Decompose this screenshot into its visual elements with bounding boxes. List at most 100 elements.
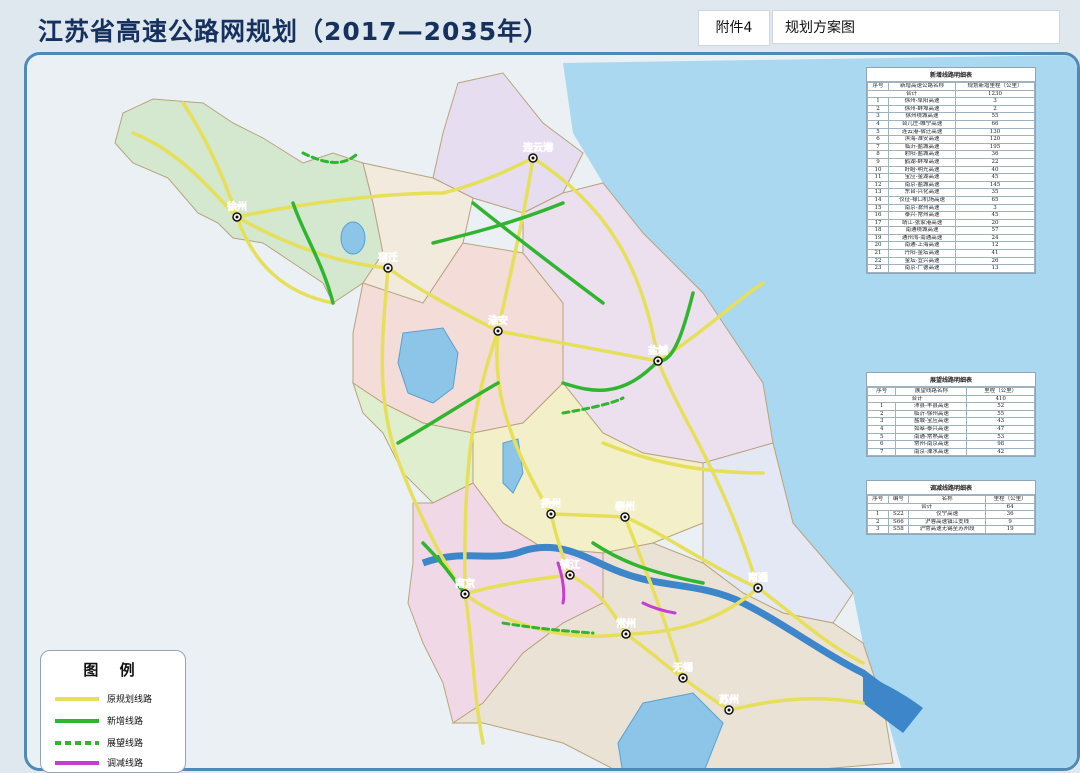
table-row: 11 宝应-金湖高速 45 (866, 173, 1036, 182)
table-cell: 9 (866, 157, 890, 167)
table-row: 13 东台-兴化高速 35 (866, 188, 1036, 197)
total-value: 1230 (954, 89, 1036, 99)
table-cell: 南通-常熟高速 (895, 432, 968, 442)
table-cell: 徐州-蚌埠高速 (888, 104, 956, 114)
legend-title: 图 例 (83, 661, 143, 679)
table-cell: 8 (866, 150, 890, 159)
city-dot-center (235, 215, 239, 219)
table-cell: 沪常高速无锡至苏州段 (908, 525, 987, 534)
table-cell: 临沂-盐城高速 (888, 142, 956, 152)
table-cell: 1 (867, 510, 889, 519)
table-cell: 130 (954, 127, 1036, 137)
table-cell: 6 (866, 440, 897, 449)
table-cell: 南京-滁州高速 (888, 203, 956, 213)
table-cell: 12 (954, 241, 1036, 251)
city-dot-center (624, 632, 628, 636)
table-cell: S22 (887, 510, 910, 519)
table-row: 1 S22 仪宁高速 36 (867, 510, 1035, 519)
legend-label: 调减线路 (107, 759, 144, 769)
table-cell: 195 (954, 142, 1036, 152)
table-cell: 南通绕城高速 (888, 226, 956, 235)
legend-swatch-new (55, 719, 99, 723)
city-label: 泰州 (614, 500, 635, 513)
city-label: 南通 (748, 571, 768, 584)
table-cell: 台儿庄-睢宁高速 (888, 119, 956, 129)
table-cell: 1 (866, 97, 890, 106)
table-row: 4 如皋-泰兴高速 47 (866, 424, 1035, 434)
th-seq: 序号 (866, 82, 890, 91)
city-label: 镇江 (560, 558, 580, 571)
table-cell: 5 (866, 432, 897, 442)
table-cell: 15 (866, 203, 890, 213)
th-length: 规划新增里程（公里） (954, 82, 1036, 91)
table-cell: 20 (866, 241, 890, 251)
city-label: 徐州 (226, 200, 247, 213)
table-row: 3 徐州绕城高速 55 (866, 112, 1036, 121)
table-row: 3 盐城-宝应高速 43 (866, 417, 1035, 426)
total-label: 合计 (866, 394, 968, 404)
table-cell: 射阳-盐城高速 (888, 150, 956, 159)
city-dot-center (549, 512, 553, 516)
table-cell: 连云港-宿迁高速 (888, 127, 956, 137)
table-cell: 43 (966, 417, 1035, 426)
reduced-routes-caption: 调减线路明细表 (867, 481, 1035, 495)
city-dot-center (496, 329, 500, 333)
new-routes-table: 新增线路明细表 序号 新增高速公路名称 规划新增里程（公里） 合计 1230 1… (866, 67, 1036, 274)
table-cell: 17 (866, 218, 890, 228)
table-row: 15 南京-滁州高速 3 (866, 203, 1036, 213)
table-cell: 55 (966, 409, 1035, 419)
table-row: 23 南京-广德高速 13 (866, 264, 1036, 273)
table-cell: 2 (866, 409, 897, 419)
legend-label: 展望线路 (107, 739, 144, 749)
legend-label: 新增线路 (107, 717, 144, 727)
table-row: 8 射阳-盐城高速 36 (866, 150, 1036, 159)
page-title: 江苏省高速公路网规划（2017—2035年） (38, 17, 550, 46)
table-row: 5 连云港-宿迁高速 130 (866, 127, 1036, 137)
table-cell: 12 (866, 180, 890, 190)
table-cell: 3 (954, 97, 1036, 106)
table-cell: 如皋-泰兴高速 (895, 424, 968, 434)
legend-item-prospect: 展望线路 (55, 737, 175, 749)
th-length: 里程（公里） (966, 387, 1035, 396)
table-row: 6 滨海-淮安高速 120 (866, 135, 1036, 144)
table-cell: 东台-兴化高速 (888, 188, 956, 197)
legend-swatch-existing (55, 697, 99, 701)
table-cell: 57 (954, 226, 1036, 235)
table-row: 3 S58 沪常高速无锡至苏州段 19 (867, 525, 1035, 534)
table-cell: 53 (966, 432, 1035, 442)
table-cell: 沛县-丰县高速 (895, 402, 968, 411)
table-cell: 南京-盐城高速 (888, 180, 956, 190)
total-value: 410 (966, 394, 1035, 404)
table-row: 7 南京-溧水高速 42 (866, 447, 1035, 457)
table-cell: 13 (954, 264, 1036, 273)
table-cell: 丹阳-金坛高速 (888, 249, 956, 258)
table-cell: 35 (954, 188, 1036, 197)
table-cell: 2 (954, 104, 1036, 114)
table-row: 1 沛县-丰县高速 52 (866, 402, 1035, 411)
table-cell: 3 (954, 203, 1036, 213)
table-row: 18 南通绕城高速 57 (866, 226, 1036, 235)
table-row: 4 台儿庄-睢宁高速 66 (866, 119, 1036, 129)
table-row: 5 南通-常熟高速 53 (866, 432, 1035, 442)
table-row: 16 泰兴-常州高速 45 (866, 211, 1036, 220)
legend-item-existing: 原规划线路 (55, 693, 175, 705)
table-cell: 47 (966, 424, 1035, 434)
city-label: 苏州 (719, 693, 739, 706)
table-cell: 65 (954, 195, 1036, 205)
table-cell: 40 (954, 165, 1036, 175)
table-cell: 2 (866, 104, 890, 114)
table-cell: 南京-溧水高速 (895, 447, 968, 457)
city-dot-center (727, 708, 731, 712)
legend-item-new: 新增线路 (55, 715, 175, 727)
table-cell: 徐州-阜阳高速 (888, 97, 956, 106)
table-cell: 徐州绕城高速 (888, 112, 956, 121)
table-row: 7 临沂-盐城高速 195 (866, 142, 1036, 152)
table-cell: 13 (866, 188, 890, 197)
table-cell: S66 (887, 517, 910, 527)
table-cell: 3 (866, 112, 890, 121)
city-dot-center (656, 359, 660, 363)
legend-swatch-reduced (55, 761, 99, 765)
city-dot-center (531, 156, 535, 160)
table-cell: 22 (954, 157, 1036, 167)
table-cell: 52 (966, 402, 1035, 411)
